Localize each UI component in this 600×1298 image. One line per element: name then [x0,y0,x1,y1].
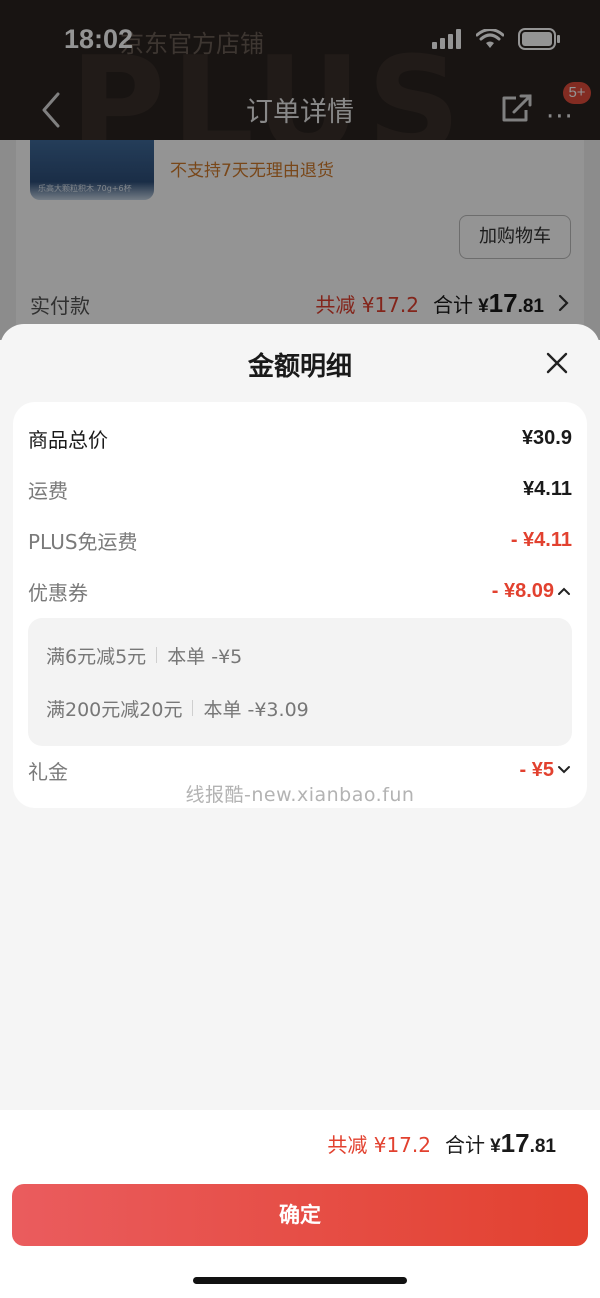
plus-free-shipping-value: - ¥4.11 [510,528,572,551]
total-amount: 合计 ¥17.81 [445,1128,556,1159]
coupon-label: 优惠券 [28,580,88,605]
coupon-value: - ¥8.09 [491,579,554,602]
divider [192,700,194,716]
divider [156,647,158,663]
sum-integer: 17 [500,1128,530,1158]
dim-overlay[interactable] [0,0,600,340]
sum-decimal: .81 [529,1136,556,1157]
sum-label: 合计 [444,1133,485,1157]
sheet-title: 金额明细 [247,352,352,382]
gift-money-value-wrap[interactable]: - ¥5 [520,759,572,782]
gift-money-value: - ¥5 [519,758,554,781]
row-goods-total: 商品总价 ¥30.9 [28,420,572,456]
background-order-page: PLUS 京东官方店铺 18:02 订单详情 ··· 5+ 乐高大颗粒积木 70… [0,0,600,340]
shipping-label: 运费 [28,478,68,503]
coupon-rule: 满200元减20元 [46,698,183,721]
coupon-value-wrap[interactable]: - ¥8.09 [492,580,572,603]
shipping-value: ¥4.11 [523,477,572,500]
coupon-detail-box: 满6元减5元 本单 -¥5 满200元减20元 本单 -¥3.09 [28,618,572,746]
confirm-button[interactable]: 确定 [12,1184,588,1246]
row-plus-free-shipping: PLUS免运费 - ¥4.11 [28,522,572,558]
coupon-applied: 本单 -¥3.09 [203,698,309,721]
coupon-applied: 本单 -¥5 [167,645,243,668]
home-indicator[interactable] [193,1277,407,1284]
coupon-item: 满200元减20元 本单 -¥3.09 [46,693,309,723]
chevron-down-icon[interactable] [556,762,572,778]
coupon-rule: 满6元减5元 [46,645,147,668]
site-watermark: 线报酷-new.xianbao.fun [185,784,415,806]
footer-bar: 共减 ¥17.2 合计 ¥17.81 确定 [0,1110,600,1298]
coupon-item: 满6元减5元 本单 -¥5 [46,640,242,670]
close-icon[interactable] [540,346,574,380]
amount-detail-card: 商品总价 ¥30.9 运费 ¥4.11 PLUS免运费 - ¥4.11 优惠券 … [13,402,587,808]
plus-free-shipping-label: PLUS免运费 [28,529,138,554]
chevron-up-icon[interactable] [556,583,572,599]
row-coupon[interactable]: 优惠券 - ¥8.09 [28,573,572,609]
sum-currency: ¥ [490,1136,501,1157]
goods-total-value: ¥30.9 [521,426,572,449]
total-saving: 共减 ¥17.2 [327,1133,431,1157]
goods-total-label: 商品总价 [28,427,108,452]
row-shipping: 运费 ¥4.11 [28,471,572,507]
footer-total: 共减 ¥17.2 合计 ¥17.81 [327,1128,556,1159]
